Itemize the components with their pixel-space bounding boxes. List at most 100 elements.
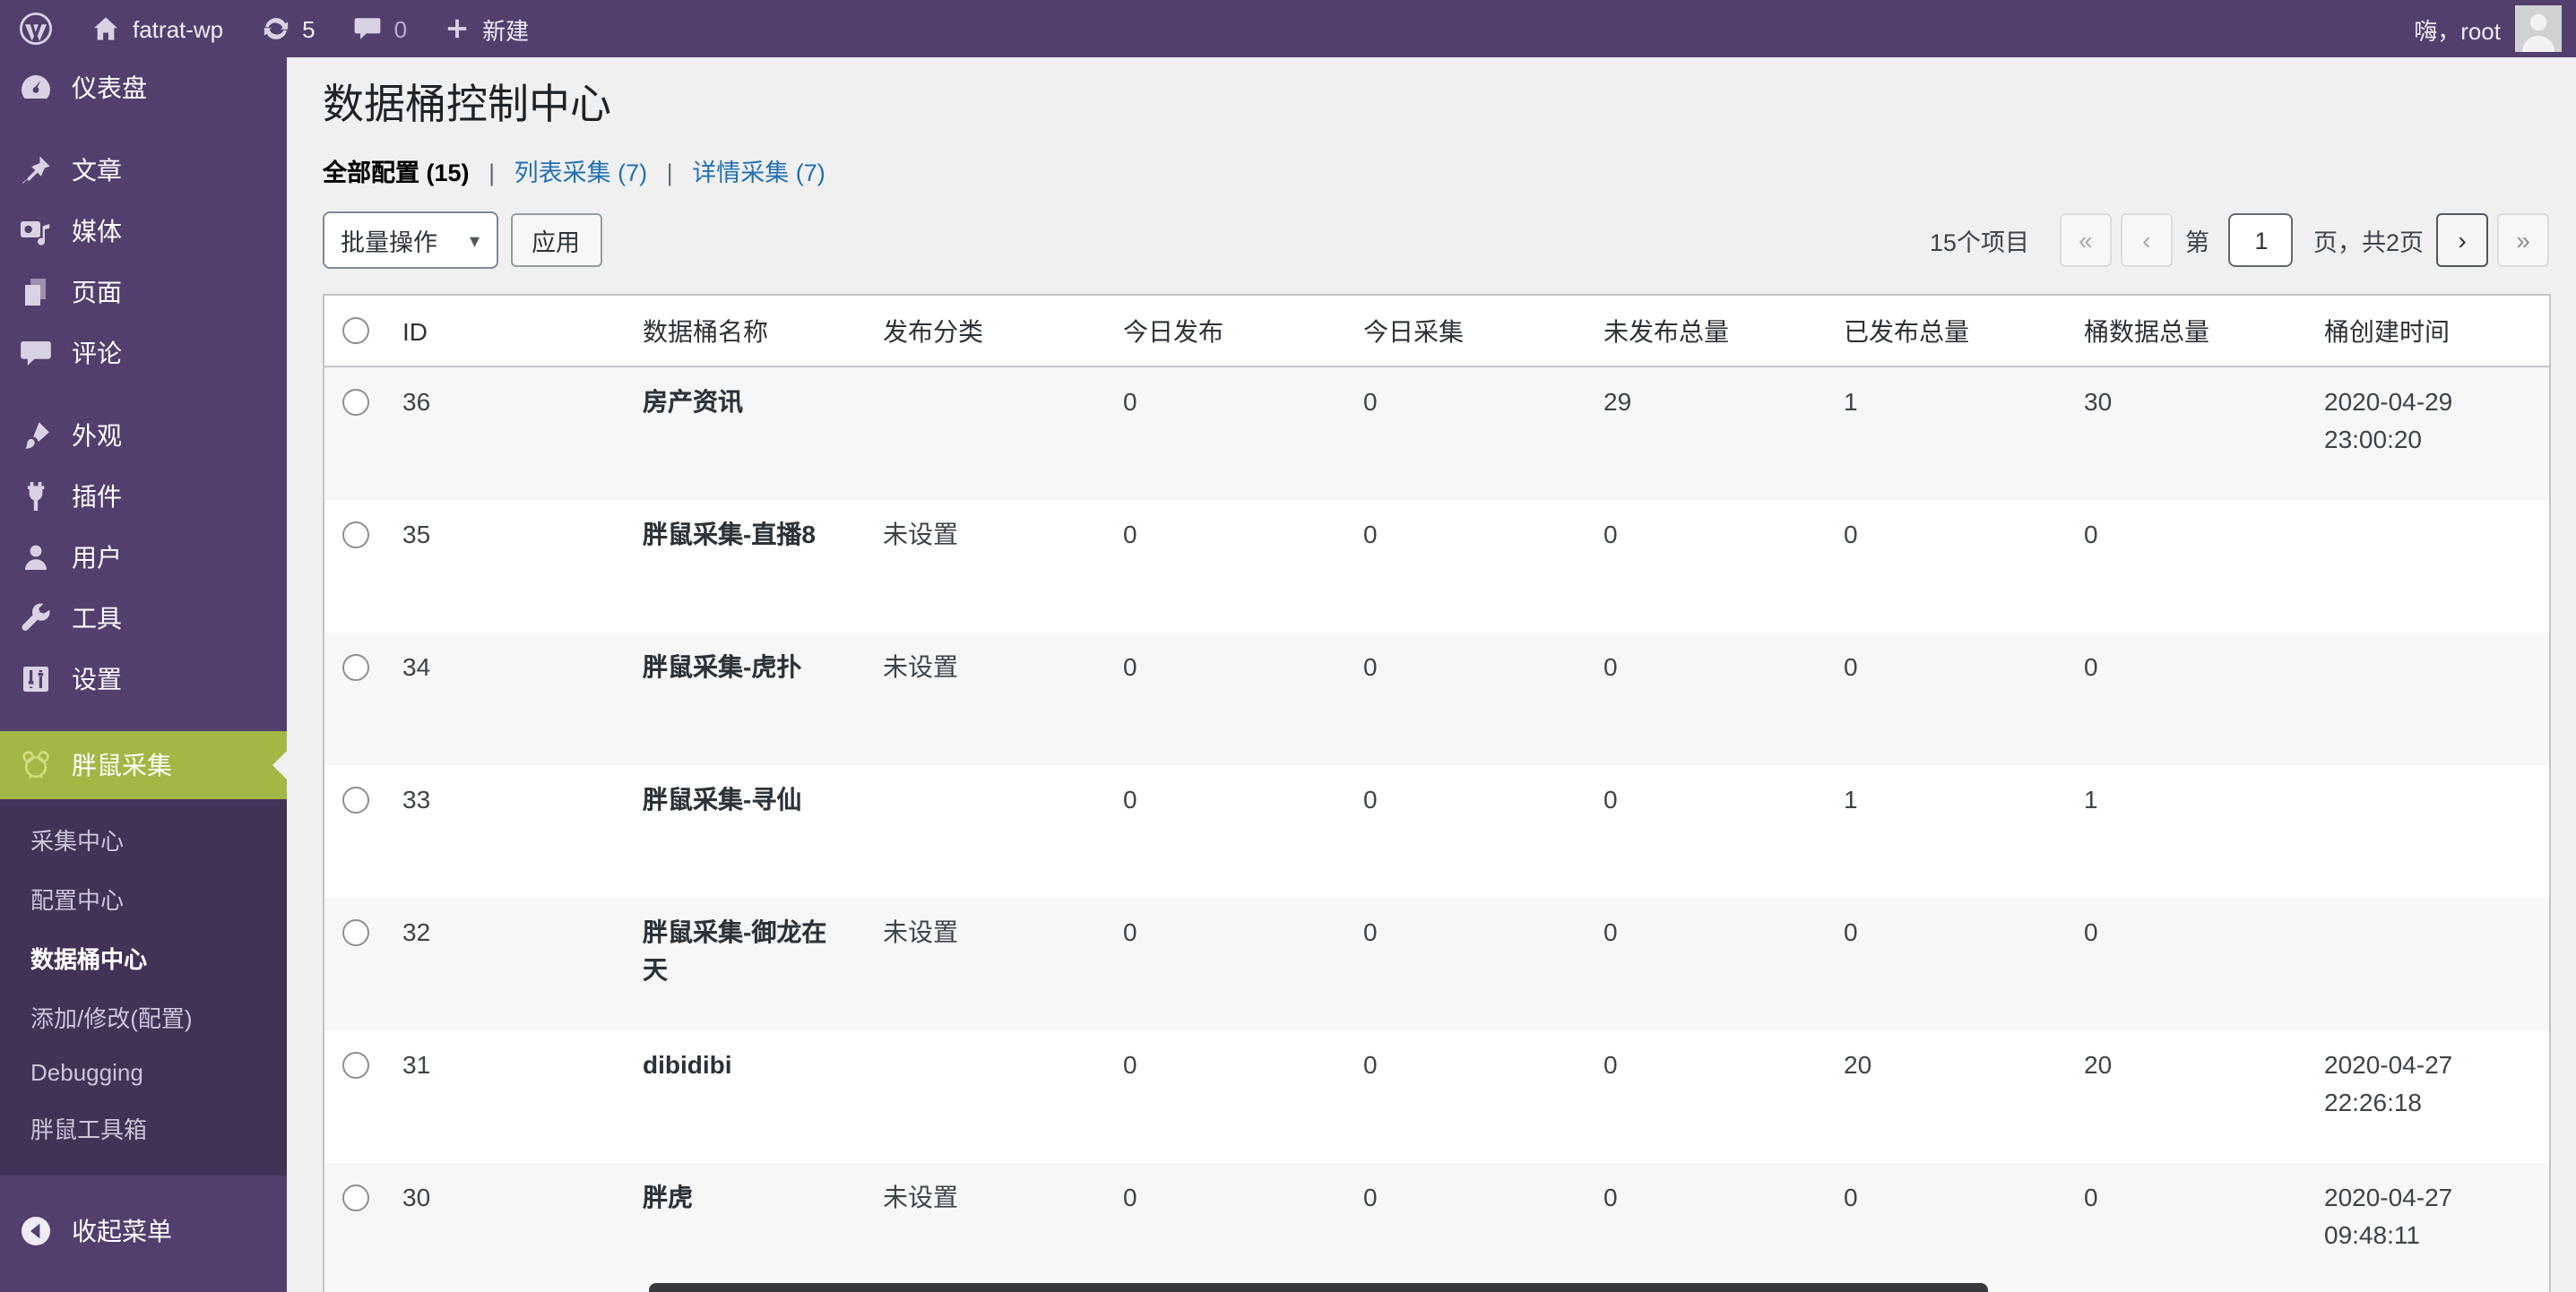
header-published: 已发布总量 <box>1826 295 2066 366</box>
sidebar-item-tools[interactable]: 工具 <box>0 588 287 649</box>
submenu-item-config-center[interactable]: 配置中心 <box>0 869 287 928</box>
cell-category <box>865 366 1105 500</box>
pages-icon <box>18 274 54 310</box>
cell-published: 0 <box>1826 500 2066 633</box>
comments-button[interactable]: 0 <box>333 0 425 57</box>
last-page-button[interactable]: » <box>2497 213 2549 267</box>
sidebar-item-plugins[interactable]: 插件 <box>0 466 287 527</box>
filter-detail-collect[interactable]: 详情采集 (7) <box>692 159 826 186</box>
header-bucket-total: 桶数据总量 <box>2066 295 2306 366</box>
row-checkbox[interactable] <box>342 654 369 681</box>
menu-separator <box>0 710 287 731</box>
filter-list-collect[interactable]: 列表采集 (7) <box>514 159 648 186</box>
cell-check <box>324 765 385 898</box>
row-checkbox[interactable] <box>342 787 369 814</box>
sidebar-item-posts[interactable]: 文章 <box>0 140 287 201</box>
cell-check <box>324 500 385 633</box>
bulk-action-value: 批量操作 <box>341 222 437 258</box>
cell-category: 未设置 <box>865 898 1105 1030</box>
cell-bucket-total: 0 <box>2066 898 2306 1030</box>
table-row: 36房产资讯00291302020-04-29 23:00:20 <box>324 366 2550 500</box>
appearance-icon <box>18 418 54 453</box>
filter-all[interactable]: 全部配置 (15) <box>323 159 470 186</box>
comment-count: 0 <box>394 15 407 42</box>
sidebar-item-fatrat[interactable]: 胖鼠采集 <box>0 731 287 799</box>
cell-created: 2020-04-29 23:00:20 <box>2306 366 2550 500</box>
row-checkbox[interactable] <box>342 521 369 548</box>
header-unpublished: 未发布总量 <box>1586 295 1826 366</box>
header-check <box>324 295 385 366</box>
row-checkbox[interactable] <box>342 919 369 946</box>
submenu-item-debugging[interactable]: Debugging <box>0 1047 287 1098</box>
header-id[interactable]: ID <box>385 295 625 366</box>
new-content-button[interactable]: 新建 <box>425 0 547 57</box>
sidebar-item-dashboard[interactable]: 仪表盘 <box>0 57 287 118</box>
cell-today-publish: 0 <box>1105 765 1345 898</box>
sidebar-item-label: 用户 <box>72 539 122 575</box>
sidebar-item-settings[interactable]: 设置 <box>0 649 287 710</box>
prev-page-button[interactable]: ‹ <box>2121 213 2173 267</box>
cell-published: 1 <box>1826 366 2066 500</box>
cell-name[interactable]: 房产资讯 <box>625 366 865 500</box>
collapse-menu-label: 收起菜单 <box>72 1213 172 1249</box>
chevron-down-icon: ▾ <box>470 228 480 252</box>
avatar[interactable] <box>2515 5 2562 52</box>
wordpress-menu[interactable] <box>0 0 72 57</box>
cell-today-publish: 0 <box>1105 366 1345 500</box>
submenu-item-bucket-center[interactable]: 数据桶中心 <box>0 928 287 987</box>
cell-created: 2020-04-27 22:26:18 <box>2306 1030 2550 1163</box>
submenu-item-toolbox[interactable]: 胖鼠工具箱 <box>0 1098 287 1158</box>
cell-category <box>865 1030 1105 1163</box>
submenu-item-add-modify[interactable]: 添加/修改(配置) <box>0 987 287 1047</box>
cell-today-publish: 0 <box>1105 1163 1345 1292</box>
cell-unpublished: 0 <box>1586 765 1826 898</box>
header-created: 桶创建时间 <box>2306 295 2550 366</box>
cell-name[interactable]: dibidibi <box>625 1030 865 1163</box>
collapse-menu-button[interactable]: 收起菜单 <box>0 1201 287 1262</box>
cell-name[interactable]: 胖虎 <box>625 1163 865 1292</box>
sidebar-item-comments[interactable]: 评论 <box>0 323 287 383</box>
users-icon <box>18 539 54 575</box>
menu-separator <box>0 118 287 140</box>
sidebar-item-pages[interactable]: 页面 <box>0 262 287 323</box>
row-checkbox[interactable] <box>342 1184 369 1211</box>
apply-button[interactable]: 应用 <box>510 213 601 267</box>
cell-name[interactable]: 胖鼠采集-寻仙 <box>625 765 865 898</box>
select-all-checkbox[interactable] <box>342 317 369 344</box>
cell-unpublished: 0 <box>1586 1030 1826 1163</box>
cell-name[interactable]: 胖鼠采集-御龙在天 <box>625 898 865 1030</box>
sidebar-item-appearance[interactable]: 外观 <box>0 405 287 466</box>
row-checkbox[interactable] <box>342 1052 369 1079</box>
comments-icon <box>18 335 54 371</box>
sidebar-item-label: 胖鼠采集 <box>72 747 172 783</box>
cell-name[interactable]: 胖鼠采集-直播8 <box>625 500 865 633</box>
cell-today-collect: 0 <box>1345 1030 1586 1163</box>
submenu-item-collect-center[interactable]: 采集中心 <box>0 810 287 869</box>
cell-published: 0 <box>1826 898 2066 1030</box>
site-link[interactable]: fatrat-wp <box>72 0 241 57</box>
bulk-action-select[interactable]: 批量操作 ▾ <box>323 211 497 269</box>
bucket-table: ID 数据桶名称 发布分类 今日发布 今日采集 未发布总量 已发布总量 桶数据总… <box>323 294 2551 1292</box>
sidebar-item-label: 外观 <box>72 418 122 453</box>
update-count: 5 <box>302 15 315 42</box>
dashboard-icon <box>18 70 54 106</box>
row-checkbox[interactable] <box>342 389 369 416</box>
table-header-row: ID 数据桶名称 发布分类 今日发布 今日采集 未发布总量 已发布总量 桶数据总… <box>324 295 2550 366</box>
current-page-input[interactable] <box>2229 213 2294 267</box>
sidebar-item-users[interactable]: 用户 <box>0 527 287 588</box>
table-toolbar: 批量操作 ▾ 应用 15个项目 « ‹ 第 页，共2页 › » <box>323 211 2549 269</box>
next-page-button[interactable]: › <box>2436 213 2488 267</box>
sidebar-item-media[interactable]: 媒体 <box>0 201 287 262</box>
plus-icon <box>443 14 471 43</box>
cell-bucket-total: 1 <box>2066 765 2306 898</box>
user-greeting[interactable]: 嗨，root <box>2414 12 2501 46</box>
media-icon <box>18 213 54 249</box>
first-page-button[interactable]: « <box>2060 213 2112 267</box>
cell-today-collect: 0 <box>1345 633 1586 765</box>
cell-today-collect: 0 <box>1345 500 1586 633</box>
table-row: 30胖虎未设置000002020-04-27 09:48:11 <box>324 1163 2550 1292</box>
cell-created <box>2306 898 2550 1030</box>
wordpress-logo-icon <box>18 11 54 47</box>
cell-name[interactable]: 胖鼠采集-虎扑 <box>625 633 865 765</box>
updates-button[interactable]: 5 <box>241 0 333 57</box>
